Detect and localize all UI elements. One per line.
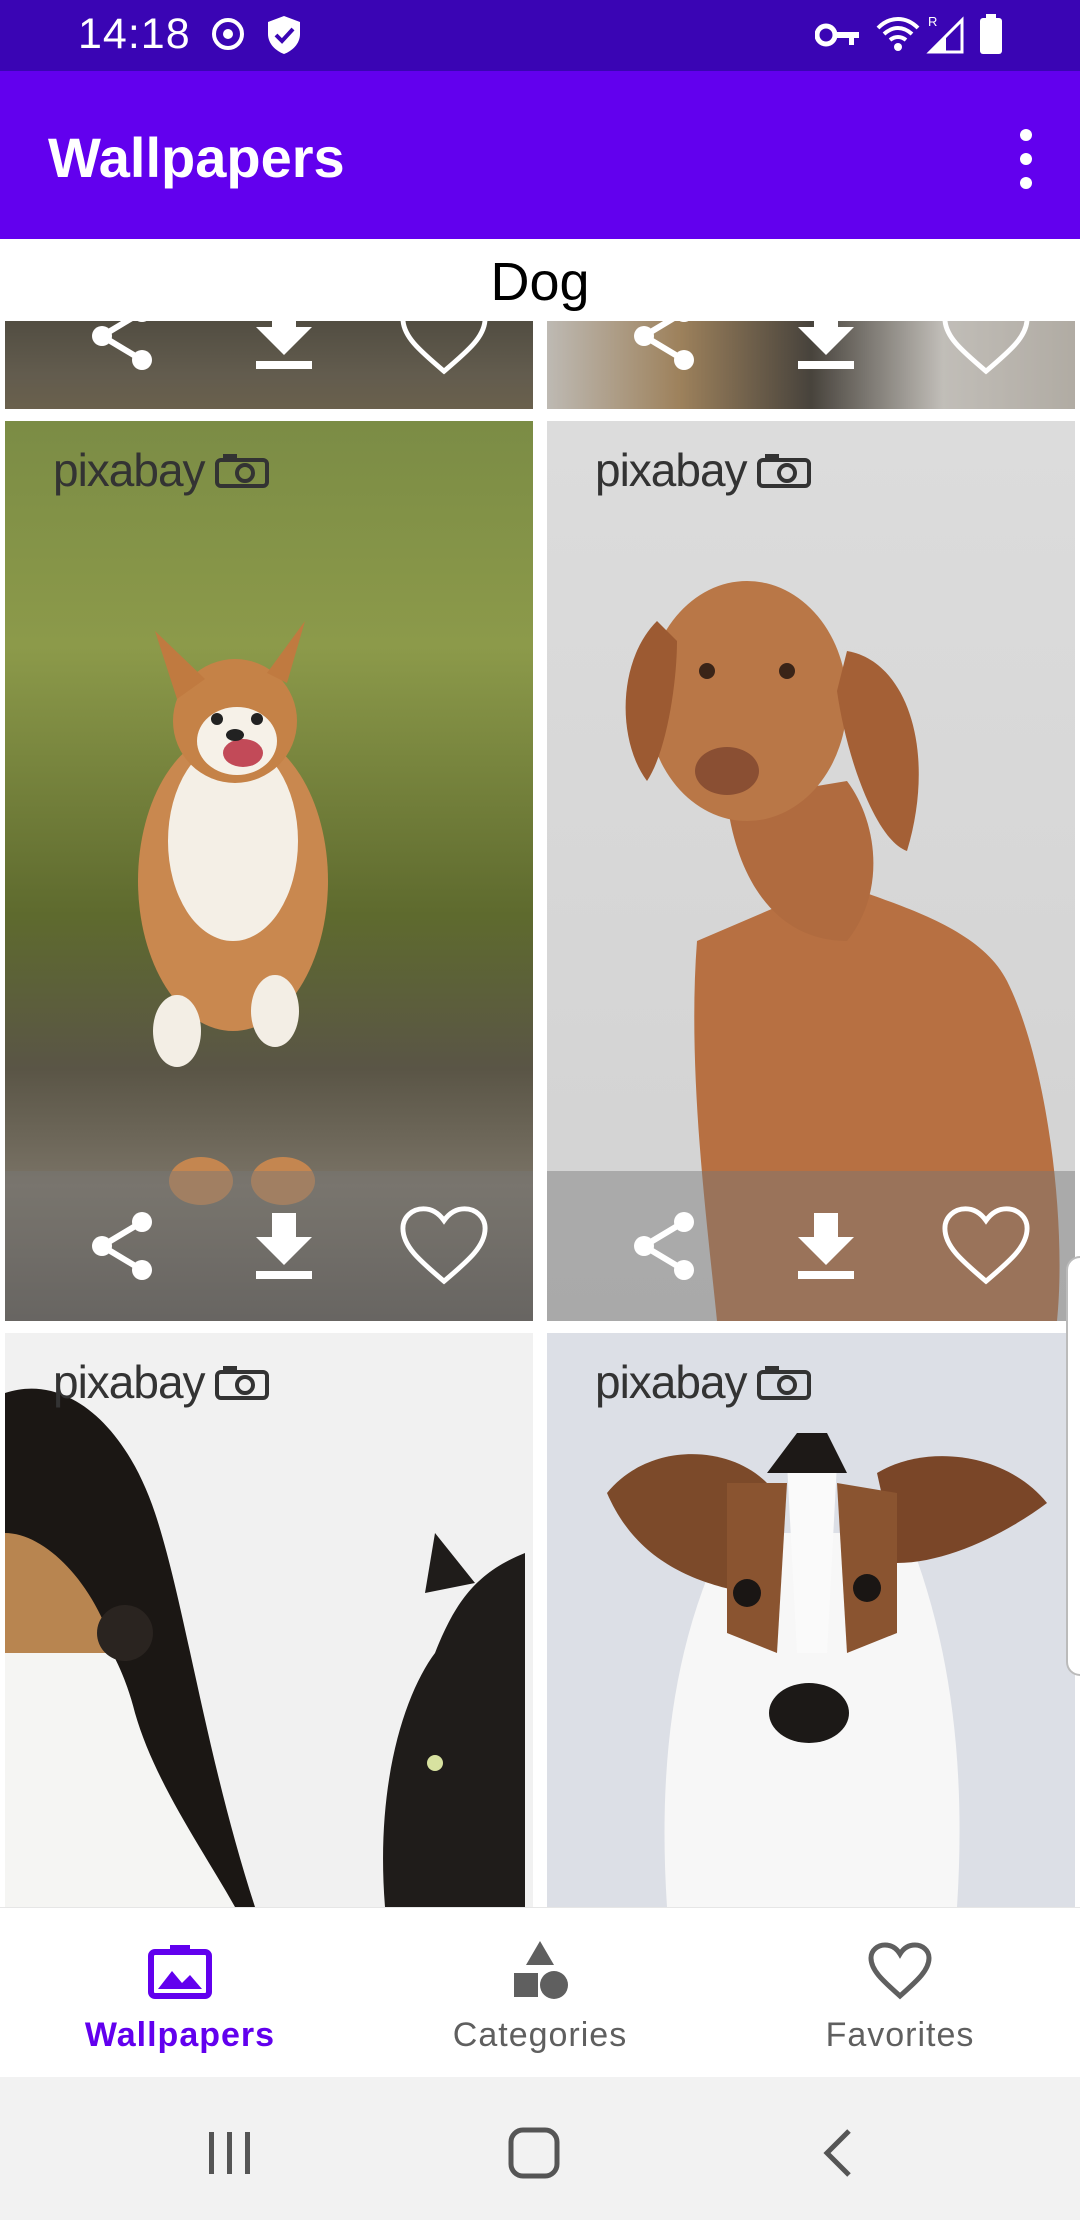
download-icon: [256, 1213, 312, 1279]
favorite-icon: [400, 321, 488, 375]
camera-icon: [214, 1366, 269, 1400]
vizsla-wallpaper[interactable]: pixabay: [547, 421, 1075, 1321]
download-button[interactable]: [781, 321, 871, 381]
shield-icon: [264, 14, 304, 61]
category-header: Dog: [0, 239, 1080, 321]
bottom-navigation: Wallpapers Categories Favorites: [0, 1907, 1080, 2077]
sync-icon: [208, 14, 248, 59]
share-icon: [634, 321, 694, 370]
nav-label: Favorites: [825, 2016, 975, 2054]
watermark-text: pixabay: [595, 444, 748, 496]
favorite-button[interactable]: [399, 321, 489, 381]
more-vert-icon: [1020, 129, 1032, 141]
card-action-bar: [547, 1171, 1075, 1321]
image-icon: [145, 1936, 215, 2006]
vpn-key-icon: [814, 20, 861, 55]
category-icon: [505, 1936, 575, 2006]
share-button[interactable]: [619, 1201, 709, 1291]
recents-icon: [209, 2132, 250, 2174]
partial-wallpaper-left[interactable]: [5, 321, 533, 409]
recents-button[interactable]: [190, 2113, 270, 2193]
favorite-button[interactable]: [399, 1201, 489, 1291]
favorite-icon: [942, 1206, 1030, 1285]
card-action-bar: [547, 321, 1075, 409]
favorite-icon: [942, 321, 1030, 375]
download-icon: [798, 321, 854, 369]
favorite-button[interactable]: [941, 321, 1031, 381]
camera-icon: [756, 454, 811, 488]
pixabay-watermark: pixabay: [595, 443, 813, 497]
wifi-icon: [876, 16, 920, 57]
more-options-button[interactable]: [1002, 129, 1050, 189]
camera-icon: [214, 454, 269, 488]
category-title: Dog: [490, 252, 590, 312]
dog-and-cat-wallpaper[interactable]: pixabay: [5, 1333, 533, 1907]
jack-russell-wallpaper[interactable]: pixabay: [547, 1333, 1075, 1907]
share-button[interactable]: [77, 321, 167, 381]
download-icon: [256, 321, 312, 369]
network-type-label: R: [928, 14, 937, 29]
pixabay-watermark: pixabay: [53, 1355, 271, 1409]
pixabay-watermark: pixabay: [53, 443, 271, 497]
watermark-text: pixabay: [595, 1356, 748, 1408]
nav-item-categories[interactable]: Categories: [360, 1908, 720, 2078]
app-title: Wallpapers: [48, 126, 345, 189]
nav-label: Wallpapers: [84, 2016, 276, 2054]
card-action-bar: [5, 321, 533, 409]
share-icon: [634, 1212, 694, 1280]
watermark-text: pixabay: [53, 444, 206, 496]
download-button[interactable]: [781, 1201, 871, 1291]
nav-label: Categories: [452, 2016, 628, 2054]
status-time: 14:18: [78, 10, 191, 58]
battery-icon: [978, 14, 1004, 59]
back-button[interactable]: [797, 2113, 877, 2193]
partial-wallpaper-right[interactable]: [547, 321, 1075, 409]
nav-item-favorites[interactable]: Favorites: [720, 1908, 1080, 2078]
favorite-icon: [400, 1206, 488, 1285]
app-bar: Wallpapers: [0, 71, 1080, 239]
download-button[interactable]: [239, 321, 329, 381]
card-action-bar: [5, 1171, 533, 1321]
scrollbar-handle[interactable]: [1066, 1256, 1080, 1676]
download-button[interactable]: [239, 1201, 329, 1291]
dog-photo: [547, 1333, 1075, 1907]
home-icon: [508, 2127, 560, 2179]
watermark-text: pixabay: [53, 1356, 206, 1408]
share-button[interactable]: [619, 321, 709, 381]
signal-icon: R: [926, 14, 966, 59]
corgi-wallpaper[interactable]: pixabay: [5, 421, 533, 1321]
share-icon: [92, 1212, 152, 1280]
nav-item-wallpapers[interactable]: Wallpapers: [0, 1908, 360, 2078]
favorite-button[interactable]: [941, 1201, 1031, 1291]
pixabay-watermark: pixabay: [595, 1355, 813, 1409]
system-navigation-bar: [0, 2077, 1080, 2220]
share-button[interactable]: [77, 1201, 167, 1291]
dog-photo: [5, 1333, 533, 1907]
wallpaper-grid[interactable]: pixabay pixabay pixabay pixabay: [0, 321, 1080, 1907]
home-button[interactable]: [494, 2113, 574, 2193]
heart-icon: [865, 1936, 935, 2006]
back-icon: [823, 2129, 851, 2177]
download-icon: [798, 1213, 854, 1279]
camera-icon: [756, 1366, 811, 1400]
share-icon: [92, 321, 152, 370]
status-bar: 14:18 R: [0, 0, 1080, 71]
